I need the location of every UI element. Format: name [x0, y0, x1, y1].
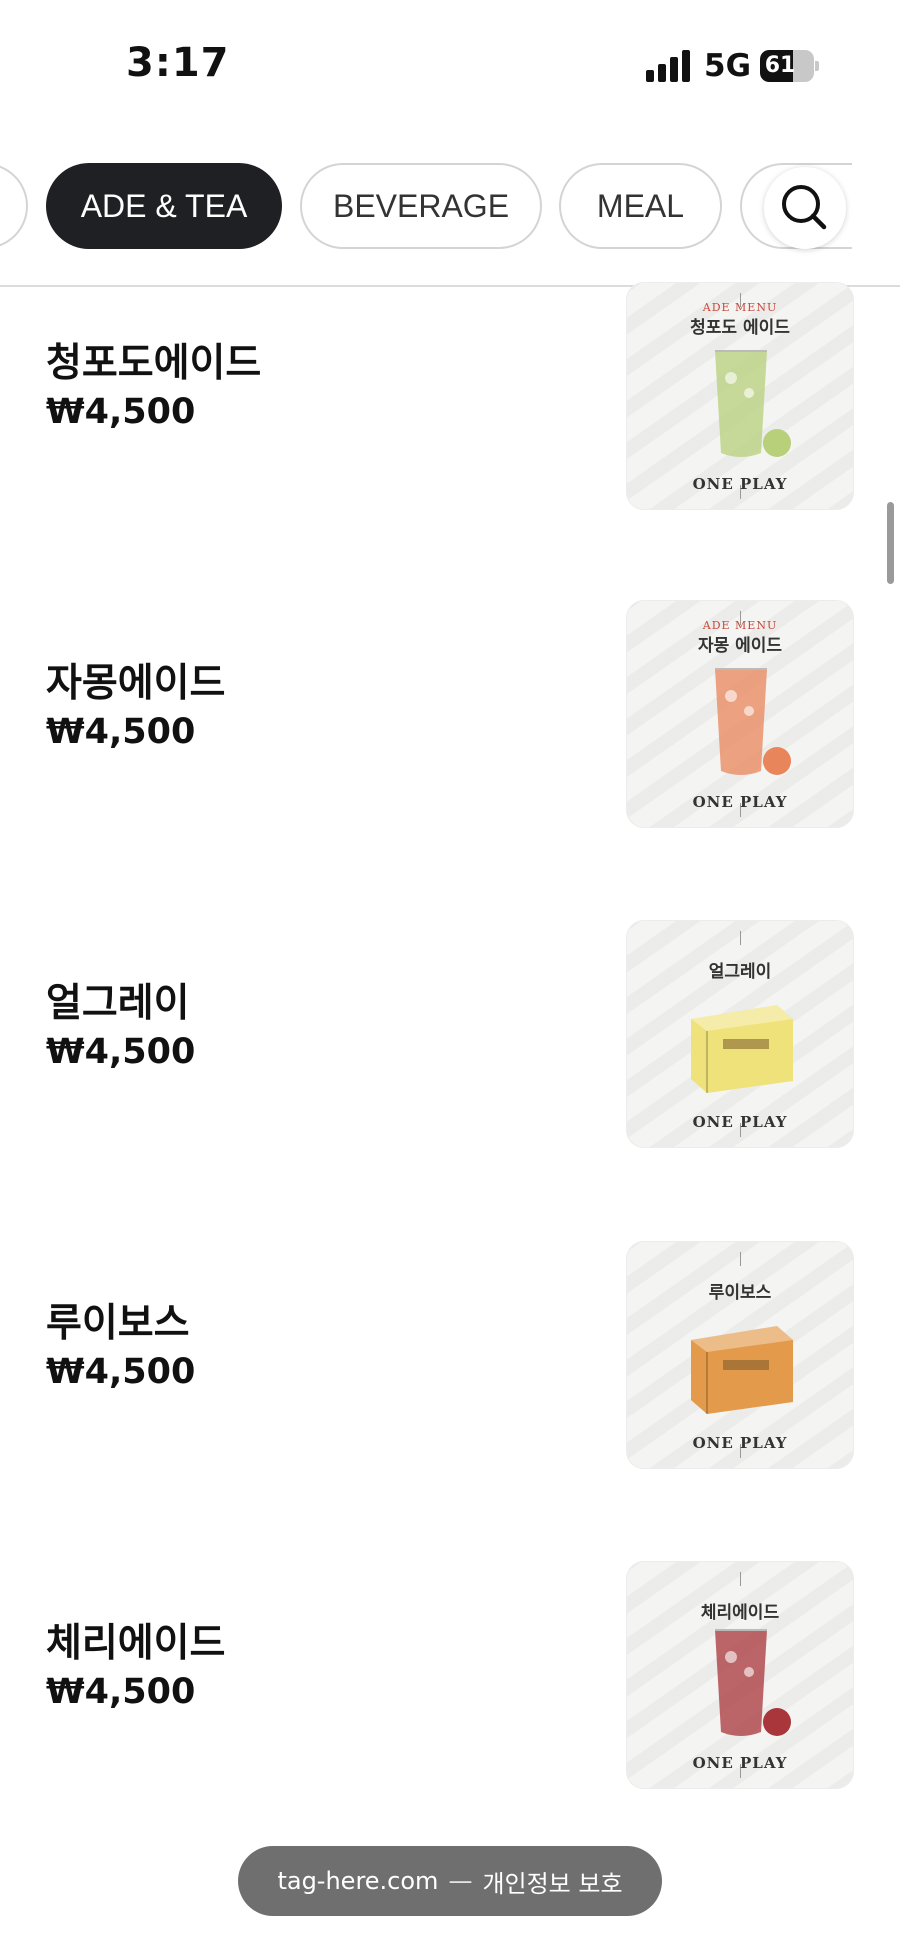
menu-item-image[interactable]: 얼그레이 ONE PLAY — [626, 920, 854, 1148]
menu-item-name: 루이보스 — [46, 1301, 190, 1346]
menu-item-name: 청포도에이드 — [46, 341, 262, 386]
menu-item-price: ₩4,500 — [46, 1672, 196, 1712]
menu-item-price: ₩4,500 — [46, 712, 196, 752]
footer-site[interactable]: tag-here.com — [277, 1867, 438, 1895]
menu-item-image[interactable]: 체리에이드 ONE PLAY — [626, 1561, 854, 1789]
menu-item-name: 체리에이드 — [46, 1621, 226, 1666]
menu-item-price: ₩4,500 — [46, 1352, 196, 1392]
menu-item-name: 자몽에이드 — [46, 661, 226, 706]
scrollbar[interactable] — [887, 502, 894, 584]
footer-privacy[interactable]: 개인정보 보호 — [482, 1864, 622, 1899]
menu-item-image[interactable]: ADE MENU 자몽 에이드 ONE PLAY — [626, 600, 854, 828]
image-brand: ONE PLAY — [692, 1434, 788, 1452]
menu-item-name: 얼그레이 — [46, 981, 190, 1026]
footer-bar[interactable]: tag-here.com — 개인정보 보호 — [238, 1846, 662, 1916]
menu-item[interactable]: 체리에이드 ₩4,500 체리에이드 ONE PLAY — [0, 0, 900, 1789]
menu-item-price: ₩4,500 — [46, 392, 196, 432]
menu-item-image[interactable]: 루이보스 ONE PLAY — [626, 1241, 854, 1469]
image-brand: ONE PLAY — [692, 1754, 788, 1772]
menu-item-price: ₩4,500 — [46, 1032, 196, 1072]
image-brand: ONE PLAY — [692, 1113, 788, 1131]
footer-fade — [0, 1790, 900, 1850]
footer-separator: — — [448, 1867, 473, 1895]
image-brand: ONE PLAY — [692, 793, 788, 811]
image-brand: ONE PLAY — [692, 475, 788, 493]
